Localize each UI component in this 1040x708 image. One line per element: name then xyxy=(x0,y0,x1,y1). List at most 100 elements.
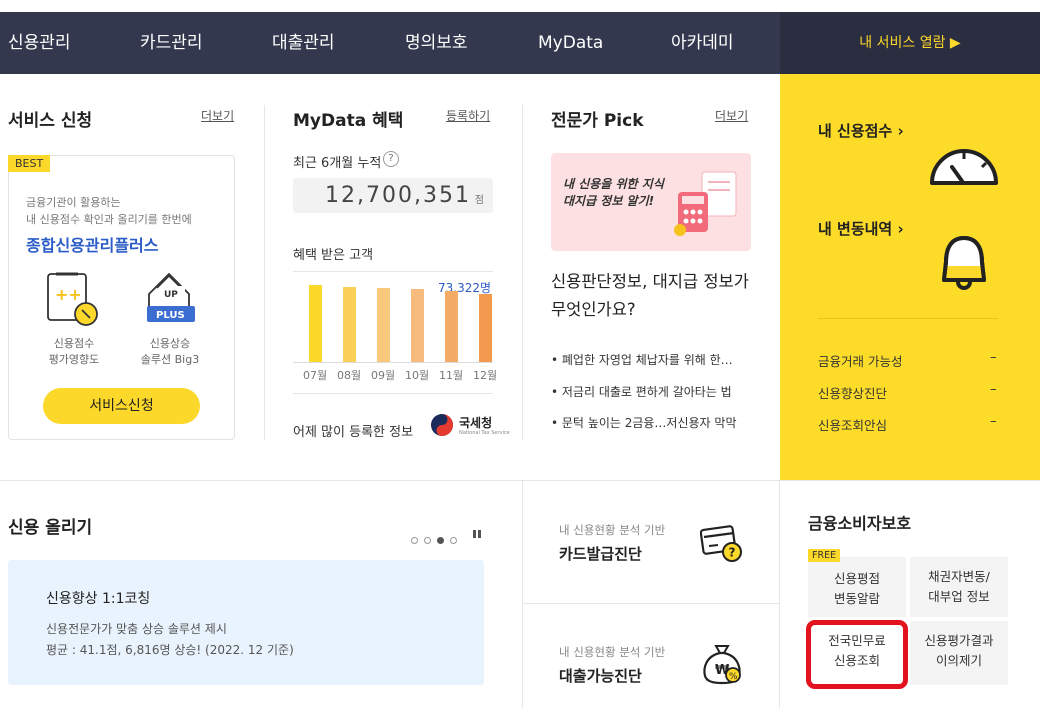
consumer-protection-title: 금융소비자보호 xyxy=(808,514,912,533)
chart-bar-5 xyxy=(445,291,458,362)
loan-diag-title[interactable]: 대출가능진단 xyxy=(559,665,642,686)
cumulative-value: 12,700,351 xyxy=(325,183,471,208)
customers-label: 혜택 받은 고객 xyxy=(293,248,374,263)
chart-baseline xyxy=(293,362,493,363)
svg-text:?: ? xyxy=(729,546,736,560)
my-service-button[interactable]: 내 서비스 열람 ▶ xyxy=(780,12,1040,74)
creditor-change-button[interactable]: 채권자변동/ 대부업 정보 xyxy=(910,557,1008,617)
chart-bar-1 xyxy=(309,285,322,362)
plus-tag: PLUS xyxy=(156,310,185,321)
promo-text-2: 대지급 정보 알기! xyxy=(563,194,655,208)
chart-tick-label: 07월 xyxy=(303,369,328,382)
my-changes-link[interactable]: 내 변동내역 › xyxy=(818,218,904,239)
credit-raise-title: 신용 올리기 xyxy=(8,518,93,538)
carousel-dots[interactable] xyxy=(411,529,463,548)
up-tag: UP xyxy=(164,290,178,300)
chart-bar-2 xyxy=(343,287,356,362)
loan-diag-sub: 내 신용현황 분석 기반 xyxy=(559,645,666,659)
score-change-alarm-button[interactable]: 신용평점 변동알람 xyxy=(808,557,906,617)
divider xyxy=(264,105,265,440)
expert-article-1[interactable]: • 폐업한 자영업 체납자를 위해 한… xyxy=(551,351,733,368)
panel-divider xyxy=(818,318,998,319)
credit-objection-label-2: 이의제기 xyxy=(935,653,982,668)
help-icon[interactable]: ? xyxy=(383,151,399,167)
nav-loan[interactable]: 대출관리 xyxy=(272,12,335,74)
top-strip xyxy=(0,0,1040,12)
credit-objection-button[interactable]: 신용평가결과 이의제기 xyxy=(910,621,1008,685)
chart-bar-4 xyxy=(411,289,424,362)
chart-bottom-line xyxy=(293,393,493,394)
chart-top-line xyxy=(293,271,493,272)
score-impact-label-2: 평가영향도 xyxy=(48,353,100,366)
score-impact-icon: ++ xyxy=(47,272,98,326)
mydata-title: MyData 혜택 xyxy=(293,111,404,131)
svg-text:++: ++ xyxy=(55,285,82,304)
service-apply-title: 서비스 신청 xyxy=(8,111,93,131)
carousel-pause-icon[interactable] xyxy=(473,530,481,538)
chart-tick-label: 09월 xyxy=(371,369,396,382)
chart-bar-3 xyxy=(377,288,390,362)
coaching-title: 신용향상 1:1코칭 xyxy=(46,591,151,607)
nav-identity[interactable]: 명의보호 xyxy=(405,12,468,74)
main-nav: 신용관리 카드관리 대출관리 명의보호 MyData 아카데미 내 서비스 열람… xyxy=(0,12,1040,74)
divider xyxy=(522,105,523,440)
service-product-title[interactable]: 종합신용관리플러스 xyxy=(26,232,158,256)
score-change-alarm-label-2: 변동알람 xyxy=(833,591,880,606)
expert-headline-1[interactable]: 신용판단정보, 대지급 정보가 xyxy=(551,268,749,292)
chart-tick-label: 12월 xyxy=(473,369,498,382)
calculator-docs-icon xyxy=(674,171,737,236)
cumulative-unit: 점 xyxy=(474,195,484,206)
expert-more-link[interactable]: 더보기 xyxy=(715,107,748,124)
nav-credit[interactable]: 신용관리 xyxy=(8,12,71,74)
card-issue-icon: ? xyxy=(700,525,742,562)
panel-value-transaction: – xyxy=(990,350,997,365)
chart-tick-label: 11월 xyxy=(439,369,464,382)
panel-item-transaction[interactable]: 금융거래 가능성 xyxy=(818,351,902,370)
chart-tick-label: 10월 xyxy=(405,369,430,382)
panel-item-inquiry-safe[interactable]: 신용조회안심 xyxy=(818,415,887,434)
service-desc-1: 금융기관이 활용하는 xyxy=(26,196,121,209)
service-more-link[interactable]: 더보기 xyxy=(201,107,234,124)
chart-tick-label: 08월 xyxy=(337,369,362,382)
nav-mydata[interactable]: MyData xyxy=(538,12,603,74)
nts-logo-icon xyxy=(431,414,453,436)
card-diag-sub: 내 신용현황 분석 기반 xyxy=(559,523,666,537)
score-impact-label-1: 신용점수 xyxy=(53,337,95,350)
nts-name-en: National Tax Service xyxy=(459,430,510,436)
credit-objection-label-1: 신용평가결과 xyxy=(924,633,994,648)
bell-icon xyxy=(942,236,986,290)
carousel-dot[interactable] xyxy=(424,537,431,544)
my-credit-score-link[interactable]: 내 신용점수 › xyxy=(818,120,904,141)
coaching-sub-1: 신용전문가가 맞춤 상승 솔루션 제시 xyxy=(46,622,227,636)
coaching-sub-2: 평균 : 41.1점, 6,816명 상승! (2022. 12 기준) xyxy=(46,643,294,657)
gauge-icon xyxy=(930,149,998,185)
score-change-alarm-label-1: 신용평점 xyxy=(833,571,880,586)
popular-info-label: 어제 많이 등록한 정보 xyxy=(293,425,414,440)
carousel-dot[interactable] xyxy=(411,537,418,544)
divider xyxy=(522,480,523,708)
panel-value-inquiry-safe: – xyxy=(990,414,997,429)
expert-article-3[interactable]: • 문턱 높이는 2금융…저신용자 막막 xyxy=(551,414,737,431)
diag-divider xyxy=(523,603,779,604)
creditor-change-label-1: 채권자변동/ xyxy=(928,569,990,584)
credit-up-label-2: 솔루션 Big3 xyxy=(140,353,200,366)
carousel-dot-active[interactable] xyxy=(437,537,444,544)
mydata-register-link[interactable]: 등록하기 xyxy=(446,107,490,124)
panel-item-improve[interactable]: 신용향상진단 xyxy=(818,383,887,402)
card-diag-title[interactable]: 카드발급진단 xyxy=(559,543,642,564)
nav-card[interactable]: 카드관리 xyxy=(140,12,203,74)
expert-article-2[interactable]: • 저금리 대출로 편하게 갈아타는 법 xyxy=(551,383,732,400)
highlight-box xyxy=(806,620,908,689)
expert-headline-2[interactable]: 무엇인가요? xyxy=(551,296,636,320)
service-apply-button[interactable]: 서비스신청 xyxy=(43,388,200,424)
carousel-dot[interactable] xyxy=(450,537,457,544)
money-bag-icon: ₩ % xyxy=(703,645,741,685)
svg-text:%: % xyxy=(729,672,738,682)
cumulative-box: 12,700,351 점 xyxy=(293,178,493,213)
credit-up-icon: UP PLUS xyxy=(147,272,195,322)
chart-bar-6 xyxy=(479,294,492,362)
panel-value-improve: – xyxy=(990,382,997,397)
nav-academy[interactable]: 아카데미 xyxy=(671,12,734,74)
section-divider xyxy=(0,480,1040,481)
cumulative-label: 최근 6개월 누적 xyxy=(293,156,382,171)
